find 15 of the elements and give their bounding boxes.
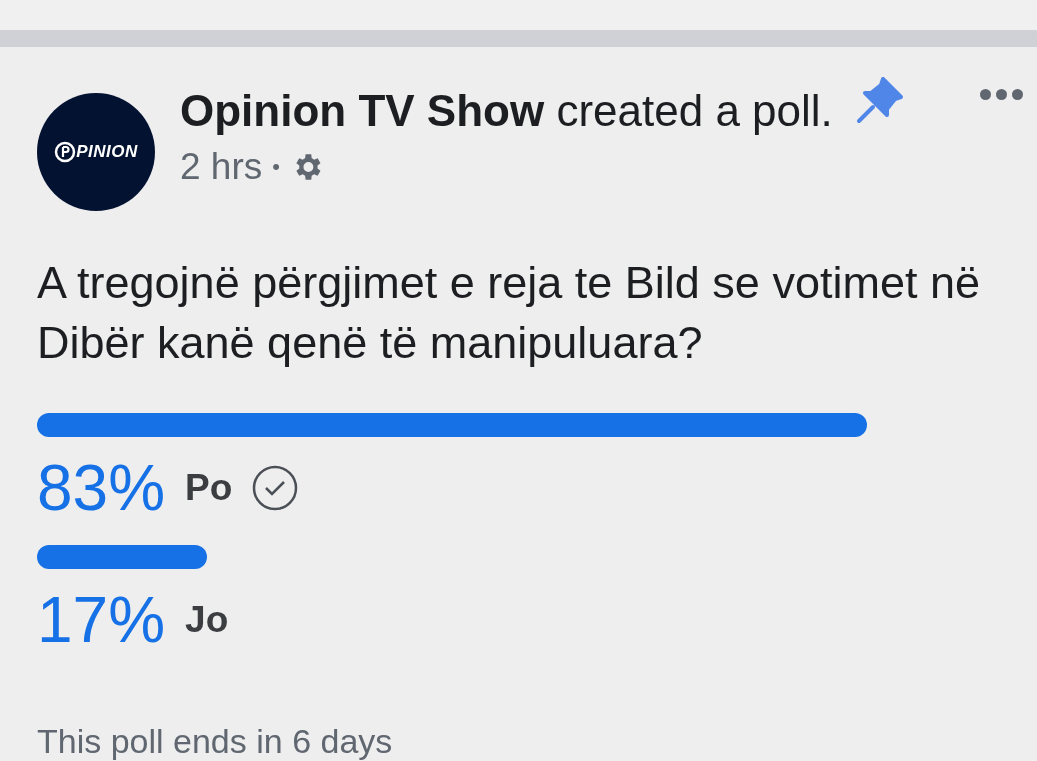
separator-dot: • [272, 153, 280, 180]
poll-question: A tregojnë përgjimet e reja te Bild se votimet në Dibër kanë qenë të manipuluara? [37, 256, 981, 370]
option-percent: 83% [37, 451, 166, 525]
poll-end-notice: This poll ends in 6 days [37, 722, 394, 761]
logo-ring-icon [54, 141, 77, 163]
post-time[interactable]: 2 hrs [180, 145, 263, 188]
option-percent: 17% [37, 583, 166, 657]
more-options-icon[interactable] [980, 89, 1023, 100]
avatar-logo-text: PINION [54, 141, 138, 163]
option-label: Po [185, 467, 233, 509]
poll-option[interactable]: 83% Po [37, 451, 1037, 525]
avatar[interactable]: PINION [37, 93, 155, 211]
poll-option[interactable]: 17% Jo [37, 583, 1037, 657]
option-label: Jo [185, 599, 229, 641]
post-title: Opinion TV Show created a poll. [180, 85, 833, 137]
